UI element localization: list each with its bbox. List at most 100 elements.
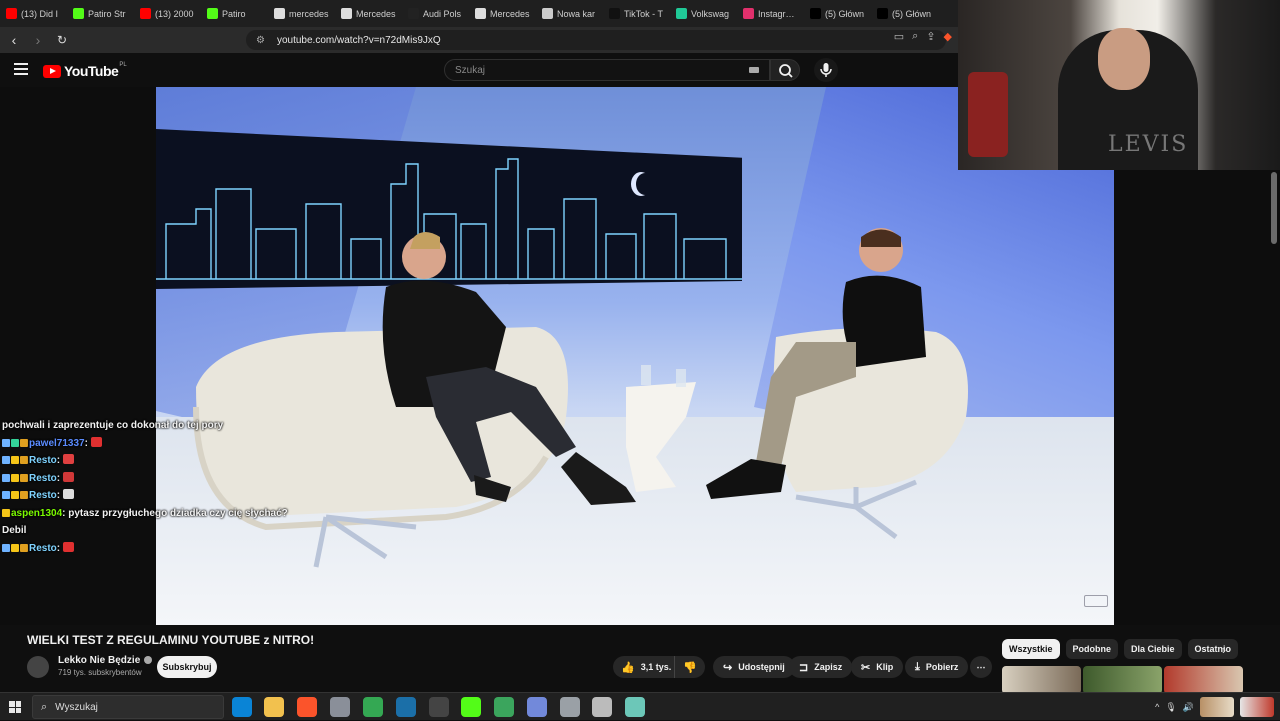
browser-toolbar: ‹ › ↻ ▯ ⚙ youtube.com/watch?v=n72dMis9Jx… [0,27,958,53]
taskbar-app11-icon[interactable] [560,697,580,717]
taskbar-app13-icon[interactable] [625,697,645,717]
taskbar-search-input[interactable]: ⌕ Wyszukaj [32,695,224,719]
download-button[interactable]: ⤓ Pobierz [905,656,969,678]
taskbar-explorer-icon[interactable] [264,697,284,717]
filter-chip[interactable]: Podobne [1065,639,1119,659]
browser-tab[interactable]: Patiro [201,0,268,27]
clip-label: Klip [876,662,894,672]
like-button[interactable]: 👍 3,1 tys. [613,656,675,678]
browser-tab[interactable]: Audi Pols [402,0,469,27]
taskbar-brave-icon[interactable] [297,697,317,717]
chat-text: : [56,455,61,466]
site-info-icon[interactable]: ⚙ [256,35,265,46]
taskbar-app4-icon[interactable] [330,697,350,717]
reload-icon[interactable]: ↻ [52,30,72,50]
chat-badge-icon [2,543,10,552]
tab-favicon-icon [475,8,486,19]
tab-favicon-icon [73,8,84,19]
filter-chip[interactable]: Wszystkie [1002,639,1060,659]
subscribe-button[interactable]: Subskrybuj [157,656,217,678]
share-button[interactable]: ↪ Udostępnij [713,656,795,678]
channel-watermark-icon[interactable] [1084,595,1108,607]
browser-tab[interactable]: Instagram [737,0,804,27]
browser-tab[interactable]: (13) Did I [0,0,67,27]
dislike-button[interactable]: 👎 [675,661,705,674]
browser-tab[interactable]: mercedes [268,0,335,27]
volume-icon[interactable]: 🔊 [1183,702,1194,713]
taskbar-discord-icon[interactable] [527,697,547,717]
more-dots-icon: ⋯ [976,661,986,672]
search-button[interactable] [770,59,800,81]
taskbar-app9-icon[interactable] [494,697,514,717]
address-bar[interactable]: ⚙ youtube.com/watch?v=n72dMis9JxQ [246,30,946,50]
browser-tab[interactable]: Patiro Str [67,0,134,27]
tab-favicon-icon [207,8,218,19]
clip-button[interactable]: ✂ Klip [851,656,904,678]
browser-tab[interactable]: (5) Główn [871,0,938,27]
chat-badge-icon [2,491,10,499]
brave-shield-icon[interactable]: ◆ [944,30,952,43]
taskbar-kick-icon[interactable] [461,697,481,717]
channel-name[interactable]: Lekko Nie Będzie [58,655,153,666]
menu-icon[interactable] [14,63,28,75]
browser-tab[interactable]: Mercedes [335,0,402,27]
country-code: PL [119,62,127,68]
tab-favicon-icon [6,8,17,19]
save-button[interactable]: ⊐ Zapisz [789,656,853,678]
taskbar-chrome-icon[interactable] [363,697,383,717]
browser-tab[interactable]: Nowa kar [536,0,603,27]
search-input[interactable]: Szukaj [444,59,770,81]
back-icon[interactable]: ‹ [4,30,24,50]
related-thumbnail[interactable] [1164,666,1243,694]
cast-icon[interactable]: ▭ [894,30,904,43]
browser-tab-strip: (13) Did I Patiro Str (13) 2000 Patiro merce… [0,0,958,27]
tab-favicon-icon [609,8,620,19]
save-label: Zapisz [814,662,843,672]
zoom-icon[interactable]: ⌕ [912,30,918,43]
taskbar-obs-icon[interactable] [429,697,449,717]
webcam-shirt-text: LEVIS [1108,132,1189,157]
voice-search-button[interactable] [814,58,838,82]
share-icon[interactable]: ⇪ [926,30,935,43]
taskbar-edge-icon[interactable] [232,697,252,717]
youtube-wordmark: YouTube [64,63,119,79]
taskbar-steam-icon[interactable] [396,697,416,717]
browser-tab[interactable]: (13) 2000 [134,0,201,27]
browser-tab[interactable]: Mercedes [469,0,536,27]
tab-favicon-icon [274,8,285,19]
channel-avatar[interactable] [27,656,49,678]
browser-tab[interactable]: Volkswag [670,0,737,27]
browser-tab[interactable]: (5) Główn [804,0,871,27]
tab-title: Audi Pols [423,8,462,19]
tab-title: Instagram [758,8,798,19]
windows-start-icon[interactable] [9,701,21,713]
chevron-right-icon[interactable]: › [1222,643,1226,657]
webcam-red-armchair [968,72,1008,157]
related-thumbnail[interactable] [1002,666,1081,694]
chat-badge-icon [2,456,10,464]
chat-message: Resto: [2,487,292,505]
video-title: WIELKI TEST Z REGULAMINU YOUTUBE z NITRO… [27,633,315,647]
chat-message: aspen1304: pytasz przygłuchego dziadka c… [2,505,292,523]
related-thumbnail[interactable] [1083,666,1162,694]
taskbar-search-placeholder: Wyszukaj [55,701,98,713]
chat-username: Resto [29,472,57,484]
keyboard-icon[interactable] [749,67,759,73]
page-scrollbar[interactable] [1271,172,1277,244]
tray-chevron-icon[interactable]: ^ [1155,702,1159,712]
streamer-webcam: LEVIS [958,0,1280,170]
tab-title: TikTok - T [624,8,664,19]
chat-username: Resto [29,490,57,501]
browser-tab[interactable]: TikTok - T [603,0,670,27]
chat-badge-icon [20,473,28,482]
microphone-tray-icon[interactable]: 🎙 [1165,702,1176,713]
tab-title: mercedes [289,8,329,19]
more-actions-button[interactable]: ⋯ [970,656,992,678]
taskbar-app12-icon[interactable] [592,697,612,717]
youtube-logo[interactable]: YouTube PL [43,62,127,79]
thumbs-up-icon: 👍 [621,661,635,674]
filter-chip[interactable]: Ostatnio [1187,639,1239,659]
chat-badge-icon [11,543,19,552]
filter-chip[interactable]: Dla Ciebie [1124,639,1182,659]
forward-icon[interactable]: › [28,30,48,50]
